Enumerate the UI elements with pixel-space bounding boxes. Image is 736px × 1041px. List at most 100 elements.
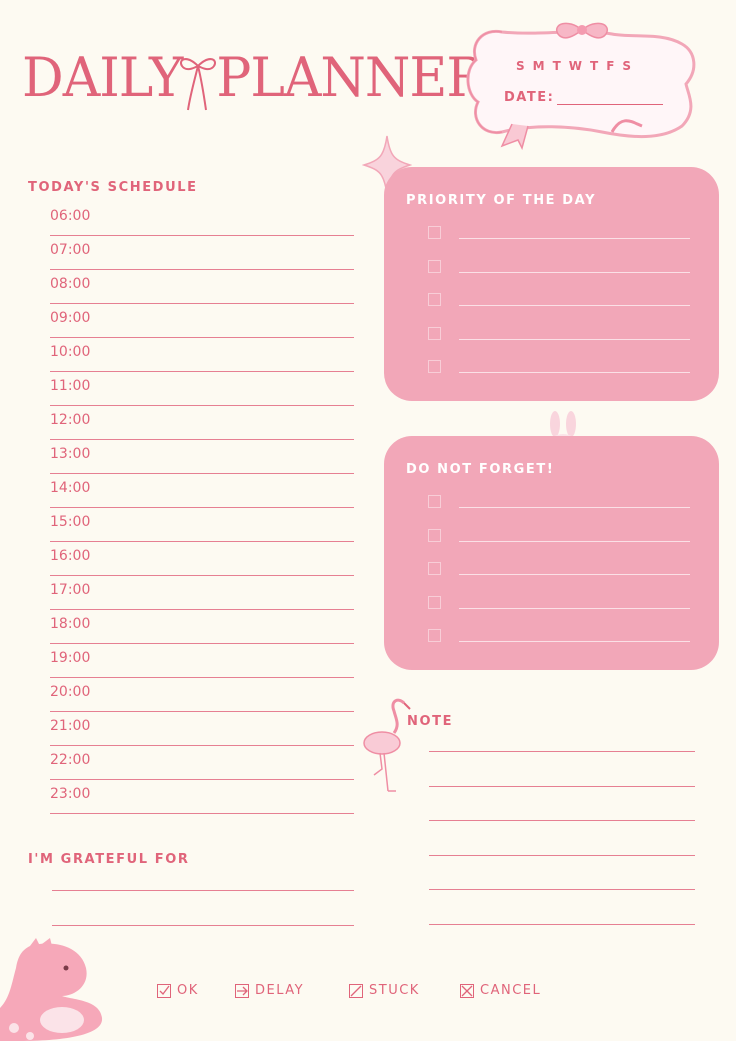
schedule-line bbox=[50, 439, 354, 440]
priority-checkbox[interactable] bbox=[428, 293, 441, 306]
schedule-row[interactable]: 19:00 bbox=[50, 648, 354, 678]
forget-line[interactable] bbox=[459, 607, 690, 609]
note-line[interactable] bbox=[429, 785, 695, 787]
schedule-line bbox=[50, 575, 354, 576]
schedule-row[interactable]: 14:00 bbox=[50, 478, 354, 508]
schedule-row[interactable]: 23:00 bbox=[50, 784, 354, 814]
legend-delay-label: DELAY bbox=[255, 983, 305, 998]
schedule-line bbox=[50, 269, 354, 270]
priority-checkbox[interactable] bbox=[428, 259, 441, 273]
priority-line[interactable] bbox=[459, 305, 690, 306]
priority-line[interactable] bbox=[459, 271, 690, 273]
forget-checkbox[interactable] bbox=[428, 629, 441, 642]
schedule-time: 10:00 bbox=[50, 344, 91, 360]
schedule-row[interactable]: 12:00 bbox=[50, 410, 354, 440]
schedule-row[interactable]: 10:00 bbox=[50, 342, 354, 372]
priority-line[interactable] bbox=[459, 372, 690, 373]
priority-line[interactable] bbox=[459, 338, 690, 340]
note-line[interactable] bbox=[429, 751, 695, 752]
forget-panel: DO NOT FORGET! bbox=[384, 436, 719, 670]
priority-item[interactable] bbox=[428, 259, 690, 276]
schedule-line bbox=[50, 711, 354, 712]
schedule-row[interactable]: 09:00 bbox=[50, 308, 354, 338]
note-line[interactable] bbox=[429, 820, 695, 821]
schedule-row[interactable]: 21:00 bbox=[50, 716, 354, 746]
slash-icon bbox=[349, 983, 363, 998]
priority-item[interactable] bbox=[428, 226, 690, 242]
priority-heading: PRIORITY OF THE DAY bbox=[406, 193, 597, 208]
schedule-row[interactable]: 20:00 bbox=[50, 682, 354, 712]
schedule-time: 16:00 bbox=[50, 548, 91, 564]
schedule-time: 19:00 bbox=[50, 650, 91, 666]
schedule-row[interactable]: 17:00 bbox=[50, 580, 354, 610]
forget-item[interactable] bbox=[428, 528, 690, 545]
legend-ok-label: OK bbox=[177, 983, 199, 998]
weekday-row: SMTWTFS bbox=[516, 59, 640, 73]
schedule-time: 21:00 bbox=[50, 718, 91, 734]
note-line[interactable] bbox=[429, 889, 695, 890]
schedule-time: 06:00 bbox=[50, 208, 91, 224]
forget-item[interactable] bbox=[428, 495, 690, 511]
schedule-line bbox=[50, 779, 354, 780]
schedule-line bbox=[50, 745, 354, 746]
schedule-line bbox=[50, 337, 354, 338]
schedule-row[interactable]: 06:00 bbox=[50, 206, 354, 236]
schedule-row[interactable]: 11:00 bbox=[50, 376, 354, 406]
forget-heading: DO NOT FORGET! bbox=[406, 462, 555, 477]
schedule-row[interactable]: 16:00 bbox=[50, 546, 354, 576]
priority-checkbox[interactable] bbox=[428, 326, 441, 340]
note-line[interactable] bbox=[429, 854, 695, 856]
forget-line[interactable] bbox=[459, 540, 690, 542]
schedule-line bbox=[50, 303, 354, 304]
schedule-row[interactable]: 18:00 bbox=[50, 614, 354, 644]
dinosaur-icon bbox=[0, 938, 103, 1041]
schedule-line bbox=[50, 473, 354, 474]
arrow-icon bbox=[235, 983, 249, 998]
schedule-line bbox=[50, 371, 354, 372]
priority-panel: PRIORITY OF THE DAY bbox=[384, 167, 719, 401]
forget-checkbox[interactable] bbox=[428, 528, 441, 542]
schedule-row[interactable]: 08:00 bbox=[50, 274, 354, 304]
schedule-time: 13:00 bbox=[50, 446, 91, 462]
title-bow-icon bbox=[180, 58, 216, 111]
schedule-time: 14:00 bbox=[50, 480, 91, 496]
grateful-line[interactable] bbox=[52, 925, 354, 926]
note-line[interactable] bbox=[429, 923, 695, 925]
forget-checkbox[interactable] bbox=[428, 595, 441, 609]
grateful-heading: I'M GRATEFUL FOR bbox=[28, 852, 190, 867]
schedule-time: 17:00 bbox=[50, 582, 91, 598]
forget-item[interactable] bbox=[428, 595, 690, 612]
forget-line[interactable] bbox=[459, 507, 690, 508]
schedule-line bbox=[50, 235, 354, 236]
schedule-line bbox=[50, 609, 354, 610]
page-title: DAILY PLANNER bbox=[22, 51, 486, 106]
priority-item[interactable] bbox=[428, 293, 690, 309]
priority-item[interactable] bbox=[428, 326, 690, 343]
forget-checkbox[interactable] bbox=[428, 495, 441, 508]
grateful-line[interactable] bbox=[52, 890, 354, 891]
schedule-line bbox=[50, 541, 354, 542]
forget-item[interactable] bbox=[428, 629, 690, 645]
schedule-row[interactable]: 22:00 bbox=[50, 750, 354, 780]
legend-stuck: STUCK bbox=[349, 983, 420, 998]
date-field[interactable] bbox=[557, 104, 663, 105]
schedule-line bbox=[50, 405, 354, 406]
priority-item[interactable] bbox=[428, 360, 690, 376]
priority-line[interactable] bbox=[459, 238, 690, 239]
title-daily: DAILY bbox=[22, 46, 183, 110]
forget-line[interactable] bbox=[459, 641, 690, 642]
forget-checkbox[interactable] bbox=[428, 562, 441, 575]
priority-checkbox[interactable] bbox=[428, 226, 441, 239]
schedule-time: 23:00 bbox=[50, 786, 91, 802]
priority-checkbox[interactable] bbox=[428, 360, 441, 373]
schedule-time: 09:00 bbox=[50, 310, 91, 326]
note-heading: NOTE bbox=[407, 714, 454, 729]
schedule-row[interactable]: 07:00 bbox=[50, 240, 354, 270]
forget-line[interactable] bbox=[459, 574, 690, 575]
forget-item[interactable] bbox=[428, 562, 690, 578]
schedule-time: 08:00 bbox=[50, 276, 91, 292]
schedule-heading: TODAY'S SCHEDULE bbox=[28, 180, 198, 195]
legend-cancel: CANCEL bbox=[460, 983, 541, 998]
schedule-row[interactable]: 13:00 bbox=[50, 444, 354, 474]
schedule-row[interactable]: 15:00 bbox=[50, 512, 354, 542]
